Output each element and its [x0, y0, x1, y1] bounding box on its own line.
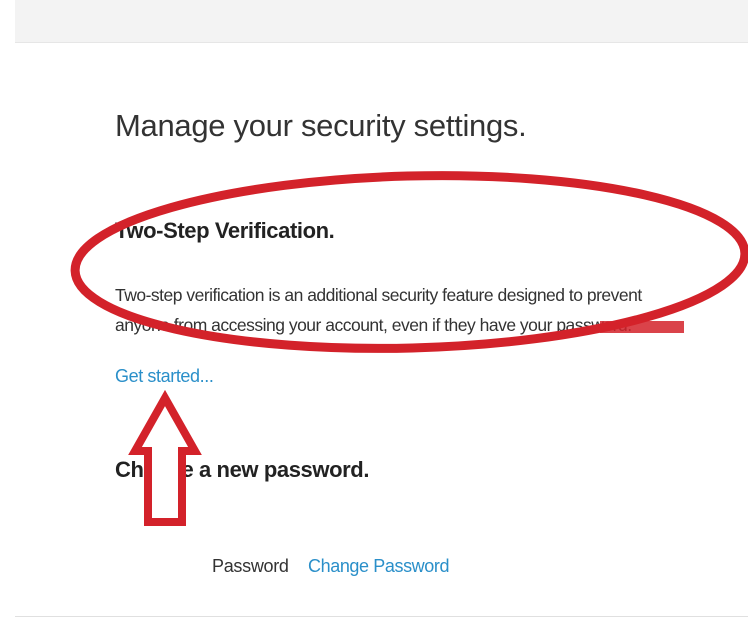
password-label: Password	[212, 556, 289, 576]
bottom-divider	[15, 616, 748, 617]
page-title: Manage your security settings.	[115, 108, 527, 143]
two-step-description: Two-step verification is an additional s…	[115, 285, 642, 335]
get-started-link[interactable]: Get started...	[115, 366, 214, 387]
top-bar	[15, 0, 748, 43]
two-step-verification-heading: Two-Step Verification.	[115, 218, 335, 243]
choose-password-heading: Choose a new password.	[115, 457, 370, 482]
change-password-link[interactable]: Change Password	[308, 556, 449, 577]
